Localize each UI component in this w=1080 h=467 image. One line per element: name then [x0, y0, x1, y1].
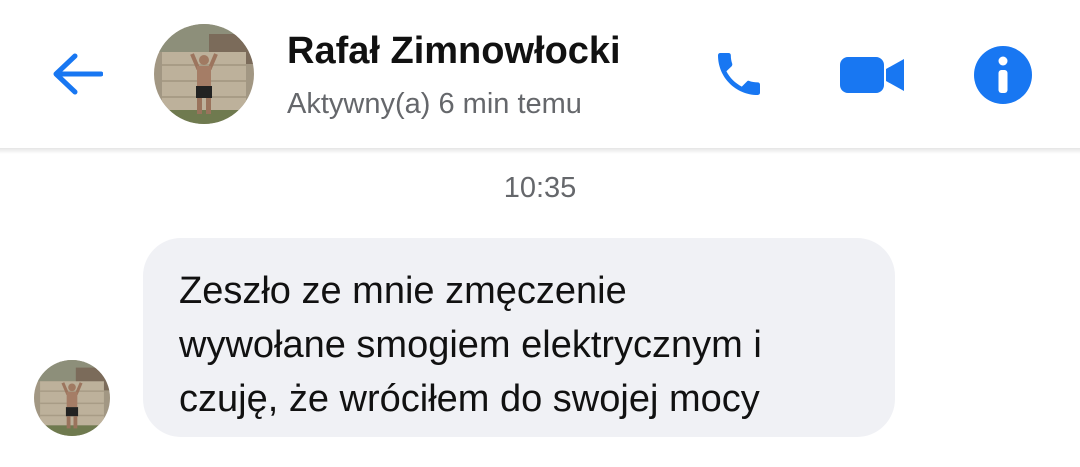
phone-icon — [718, 53, 760, 95]
message-text-line: czuję, że wróciłem do swojej mocy — [179, 378, 760, 420]
arrow-left-icon — [53, 53, 103, 95]
video-call-button[interactable] — [836, 50, 908, 100]
contact-name[interactable]: Rafał Zimnowłocki — [287, 30, 621, 73]
message-text-line: Zeszło ze mnie zmęczenie — [179, 270, 627, 312]
info-button[interactable] — [972, 44, 1034, 106]
contact-status: Aktywny(a) 6 min temu — [287, 88, 582, 120]
message-timestamp: 10:35 — [503, 172, 577, 204]
sender-avatar[interactable] — [34, 360, 110, 436]
chat-header: Rafał Zimnowłocki Aktywny(a) 6 min temu — [0, 0, 1080, 150]
info-icon — [974, 46, 1032, 104]
header-divider — [0, 148, 1080, 154]
avatar-photo — [154, 24, 254, 124]
back-button[interactable] — [48, 48, 106, 100]
call-button[interactable] — [708, 44, 770, 104]
avatar-photo — [34, 360, 110, 436]
message-text-line: wywołane smogiem elektrycznym i — [179, 324, 762, 366]
video-camera-icon — [840, 57, 904, 93]
message-bubble[interactable]: Zeszło ze mnie zmęczenie wywołane smogie… — [143, 238, 895, 437]
contact-avatar[interactable] — [154, 24, 254, 124]
